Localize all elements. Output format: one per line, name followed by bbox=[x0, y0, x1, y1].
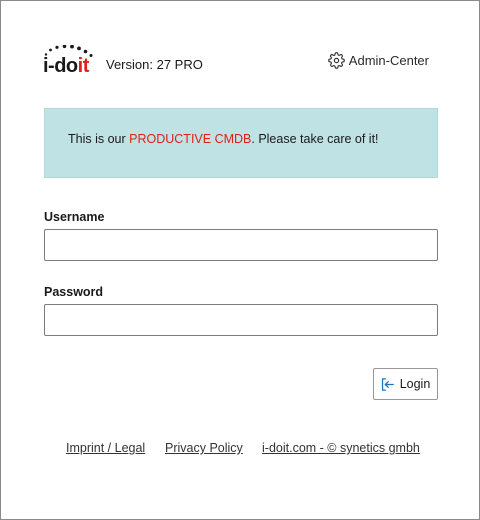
version-label: Version: 27 PRO bbox=[106, 57, 203, 72]
login-icon bbox=[379, 376, 396, 393]
logo-text-accent: it bbox=[78, 55, 90, 75]
idoit-website-link[interactable]: i-doit.com - © synetics gmbh bbox=[262, 441, 420, 455]
password-input[interactable] bbox=[44, 304, 438, 336]
header: i-doit Version: 27 PRO Admin-Center bbox=[43, 45, 437, 75]
logo-text-main: i-do bbox=[43, 55, 78, 75]
username-input[interactable] bbox=[44, 229, 438, 261]
login-page: i-doit Version: 27 PRO Admin-Center This… bbox=[0, 0, 480, 520]
notice-highlight: PRODUCTIVE CMDB bbox=[129, 132, 252, 146]
username-label: Username bbox=[44, 210, 105, 224]
admin-center-link[interactable]: Admin-Center bbox=[328, 52, 429, 69]
gear-icon bbox=[328, 52, 345, 69]
notice-prefix: This is our bbox=[68, 132, 130, 146]
imprint-legal-link[interactable]: Imprint / Legal bbox=[66, 441, 145, 455]
password-label: Password bbox=[44, 285, 104, 299]
cmdb-notice-banner: This is our PRODUCTIVE CMDB. Please take… bbox=[44, 108, 438, 178]
admin-center-label: Admin-Center bbox=[348, 53, 429, 68]
privacy-policy-link[interactable]: Privacy Policy bbox=[165, 441, 243, 455]
login-label: Login bbox=[399, 377, 431, 391]
login-button[interactable]: Login bbox=[373, 368, 438, 400]
svg-text:i-doit: i-doit bbox=[43, 55, 90, 75]
idoit-logo: i-doit bbox=[43, 45, 99, 75]
notice-suffix: . Please take care of it! bbox=[251, 132, 379, 146]
